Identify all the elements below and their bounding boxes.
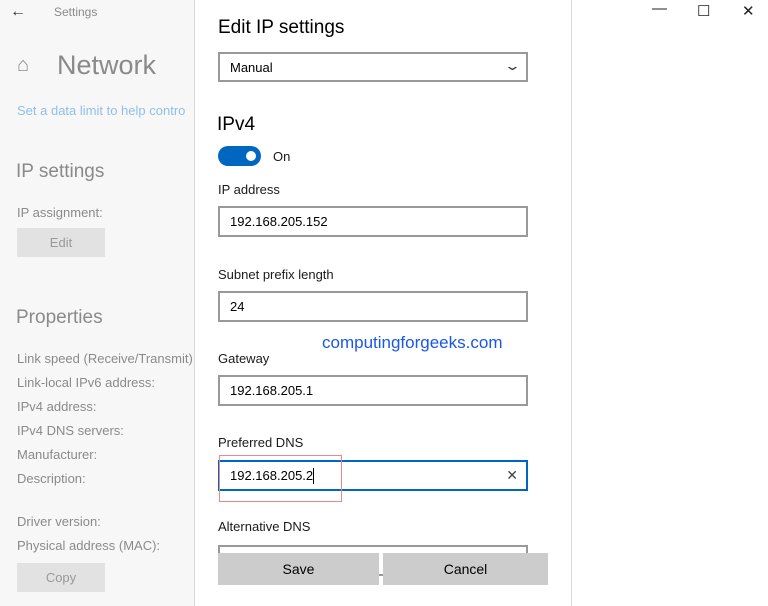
ipv4-toggle[interactable] [218,146,261,166]
maximize-button[interactable]: ☐ [697,2,710,20]
ip-mode-dropdown[interactable]: Manual ⌄ [218,52,528,82]
properties-heading: Properties [16,307,103,328]
close-button[interactable]: ✕ [742,2,755,20]
property-label: IPv4 address: [17,399,97,414]
dialog-title: Edit IP settings [218,17,345,38]
clear-icon[interactable]: ✕ [506,467,518,484]
toggle-state-label: On [273,149,291,164]
home-icon[interactable]: ⌂ [17,54,29,77]
edit-button[interactable]: Edit [17,228,105,257]
back-arrow-icon[interactable]: ← [10,3,26,21]
property-label: Physical address (MAC): [17,538,161,553]
save-button[interactable]: Save [218,553,379,585]
ipv4-heading: IPv4 [217,114,256,135]
ip-settings-heading: IP settings [16,161,105,182]
ip-address-label: IP address [218,182,280,197]
cancel-button[interactable]: Cancel [383,553,548,585]
watermark-text: computingforgeeks.com [322,333,503,352]
gateway-input[interactable]: 192.168.205.1 [218,375,528,406]
gateway-label: Gateway [218,351,270,366]
chevron-down-icon: ⌄ [503,58,522,73]
minimize-button[interactable]: — [652,0,667,17]
settings-background-pane: ← Settings ⌂ Network Set a data limit to… [0,0,194,606]
subnet-input[interactable]: 24 [218,291,528,322]
copy-button[interactable]: Copy [17,563,105,592]
ip-mode-value: Manual [230,59,273,75]
data-limit-link[interactable]: Set a data limit to help contro [17,103,185,118]
property-label: Link speed (Receive/Transmit): [17,351,194,366]
edit-ip-dialog: Edit IP settings Manual ⌄ IPv4 On IP add… [194,0,572,606]
property-label: IPv4 DNS servers: [17,423,124,438]
property-label: Description: [17,471,86,486]
ip-assignment-label: IP assignment: [17,205,103,220]
alternative-dns-label: Alternative DNS [218,519,311,534]
ip-address-input[interactable]: 192.168.205.152 [218,206,528,237]
page-title: Network [57,50,157,80]
preferred-dns-label: Preferred DNS [218,435,304,450]
property-label: Manufacturer: [17,447,98,462]
subnet-label: Subnet prefix length [218,267,334,282]
window-title: Settings [54,5,98,19]
highlight-box [219,455,342,502]
property-label: Driver version: [17,514,101,529]
property-label: Link-local IPv6 address: [17,375,156,390]
